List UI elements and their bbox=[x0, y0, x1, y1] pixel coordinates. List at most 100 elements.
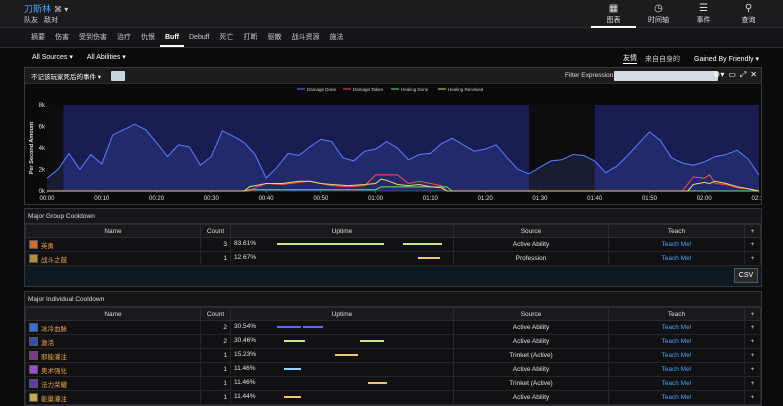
tab-4[interactable]: 仇恨 bbox=[136, 28, 160, 47]
expand-icon[interactable]: ⤢ bbox=[740, 70, 746, 80]
expand-row-button[interactable]: + bbox=[744, 251, 761, 266]
teach-me-link[interactable]: Teach Me! bbox=[608, 390, 745, 405]
source-cell: Trinket (Active) bbox=[453, 348, 609, 363]
tab-9[interactable]: 驱散 bbox=[263, 28, 287, 47]
tab-5[interactable]: Buff bbox=[160, 28, 184, 47]
expand-row-button[interactable]: + bbox=[744, 390, 761, 405]
ability-cell[interactable]: 邪能灌注 bbox=[25, 348, 201, 363]
count-cell: 1 bbox=[200, 376, 231, 391]
expand-row-button[interactable]: + bbox=[744, 334, 761, 349]
close-icon[interactable]: ✕ bbox=[750, 70, 757, 80]
ability-name[interactable]: 激活 bbox=[41, 340, 54, 347]
tab-0[interactable]: 摘要 bbox=[26, 28, 50, 47]
ability-cell[interactable]: 冰冷血脉 bbox=[25, 320, 201, 335]
x-tick-label: 00:30 bbox=[204, 196, 220, 202]
ability-name[interactable]: 冰冷血脉 bbox=[41, 326, 67, 333]
uptime-bar bbox=[283, 340, 305, 342]
friendly-toggle[interactable]: 友情 bbox=[623, 53, 637, 64]
toggle-box[interactable] bbox=[111, 71, 125, 81]
ability-cell[interactable]: 奥术强化 bbox=[25, 362, 201, 377]
column-header[interactable]: + bbox=[744, 224, 761, 238]
uptime-cell: 12.67% bbox=[230, 251, 454, 266]
ability-name[interactable]: 奥术强化 bbox=[41, 368, 67, 375]
ability-cell[interactable]: 激活 bbox=[25, 334, 201, 349]
list-icon: ☰ bbox=[699, 3, 708, 14]
nav-list[interactable]: ☰ 事件 bbox=[681, 0, 726, 28]
ability-name[interactable]: 战斗之鼓 bbox=[41, 257, 67, 264]
view-hostile-link[interactable]: 敌对 bbox=[44, 17, 58, 24]
view-friendly-link[interactable]: 队友 bbox=[24, 17, 38, 24]
area-chart[interactable]: Damage Done Damage Taken Healing Done Heali… bbox=[25, 84, 761, 205]
table-row[interactable]: 战斗之鼓 1 12.67% Profession Teach Me! + bbox=[25, 251, 761, 266]
ability-cell[interactable]: 法力荣耀 bbox=[25, 376, 201, 391]
expand-row-button[interactable]: + bbox=[744, 348, 761, 363]
uptime-cell: 30.46% bbox=[230, 334, 454, 349]
csv-button[interactable]: CSV bbox=[734, 268, 758, 283]
expand-row-button[interactable]: + bbox=[744, 376, 761, 391]
tab-11[interactable]: 施法 bbox=[325, 28, 349, 47]
tab-8[interactable]: 打断 bbox=[239, 28, 263, 47]
nav-clock[interactable]: ◷ 时间轴 bbox=[636, 0, 681, 28]
ability-cell[interactable]: 英勇 bbox=[25, 237, 201, 252]
column-header[interactable]: + bbox=[744, 307, 761, 321]
count-cell: 2 bbox=[200, 320, 231, 335]
tab-3[interactable]: 治疗 bbox=[112, 28, 136, 47]
buff-chart-panel: 不记该玩家死后的事件 ▾ Filter Expression: ⚙▾ ▭ ⤢ ✕… bbox=[24, 67, 762, 205]
teach-me-link[interactable]: Teach Me! bbox=[608, 251, 745, 266]
death-events-dropdown[interactable]: 不记该玩家死后的事件 ▾ bbox=[31, 71, 101, 81]
nav-pin[interactable]: ⚲ 查询 bbox=[726, 0, 771, 28]
player-menu-icons[interactable]: ⌘ ▾ bbox=[54, 5, 68, 14]
minimize-icon[interactable]: ▭ bbox=[728, 70, 736, 80]
teach-me-link[interactable]: Teach Me! bbox=[608, 348, 745, 363]
tab-1[interactable]: 伤害 bbox=[50, 28, 74, 47]
chart-tools: ⚙▾ ▭ ⤢ ✕ bbox=[709, 70, 757, 80]
nav-grid[interactable]: ▦ 图表 bbox=[591, 0, 636, 28]
ability-name[interactable]: 邪能灌注 bbox=[41, 354, 67, 361]
group-cooldown-title: Major Group Cooldown bbox=[25, 209, 761, 224]
table-row[interactable]: 能量灌注 1 11.44% Active Ability Teach Me! + bbox=[25, 390, 761, 405]
teach-me-link[interactable]: Teach Me! bbox=[608, 320, 745, 335]
all-sources-dropdown[interactable]: All Sources ▾ bbox=[32, 53, 73, 61]
teach-me-link[interactable]: Teach Me! bbox=[608, 237, 745, 252]
ability-cell[interactable]: 能量灌注 bbox=[25, 390, 201, 405]
chart-toolbar: 不记该玩家死后的事件 ▾ Filter Expression: ⚙▾ ▭ ⤢ ✕ bbox=[25, 68, 761, 84]
gear-icon[interactable]: ⚙▾ bbox=[713, 70, 724, 80]
ability-name[interactable]: 能量灌注 bbox=[41, 396, 67, 403]
tab-7[interactable]: 死亡 bbox=[215, 28, 239, 47]
table-row[interactable]: 激活 2 30.46% Active Ability Teach Me! + bbox=[25, 334, 761, 349]
uptime-bar bbox=[277, 243, 384, 245]
x-tick-label: 00:00 bbox=[39, 196, 55, 202]
uptime-cell: 11.46% bbox=[230, 376, 454, 391]
source-cell: Active Ability bbox=[453, 320, 609, 335]
filter-expression-input[interactable] bbox=[614, 71, 718, 81]
y-tick-label: 6k bbox=[39, 125, 46, 131]
table-row[interactable]: 法力荣耀 1 11.46% Trinket (Active) Teach Me! + bbox=[25, 376, 761, 391]
x-tick-label: 00:50 bbox=[313, 196, 329, 202]
expand-row-button[interactable]: + bbox=[744, 237, 761, 252]
table-row[interactable]: 英勇 3 83.61% Active Ability Teach Me! + bbox=[25, 237, 761, 252]
expand-row-button[interactable]: + bbox=[744, 320, 761, 335]
table-row[interactable]: 邪能灌注 1 15.23% Trinket (Active) Teach Me! + bbox=[25, 348, 761, 363]
nav-label: 图表 bbox=[606, 17, 621, 24]
table-row[interactable]: 冰冷血脉 2 30.54% Active Ability Teach Me! + bbox=[25, 320, 761, 335]
teach-me-link[interactable]: Teach Me! bbox=[608, 362, 745, 377]
tab-6[interactable]: Debuff bbox=[184, 28, 215, 47]
uptime-bar bbox=[402, 243, 443, 245]
teach-me-link[interactable]: Teach Me! bbox=[608, 376, 745, 391]
ability-cell[interactable]: 战斗之鼓 bbox=[25, 251, 201, 266]
player-title[interactable]: 刀斯林 ⌘ ▾ bbox=[24, 2, 68, 15]
player-name[interactable]: 刀斯林 bbox=[24, 4, 51, 14]
ability-name[interactable]: 法力荣耀 bbox=[41, 382, 67, 389]
power-infusion-icon bbox=[29, 393, 38, 402]
grid-icon: ▦ bbox=[608, 3, 619, 14]
all-abilities-dropdown[interactable]: All Abilities ▾ bbox=[87, 53, 126, 61]
tab-2[interactable]: 受到伤害 bbox=[74, 28, 112, 47]
ability-name[interactable]: 英勇 bbox=[41, 243, 54, 250]
x-tick-label: 00:20 bbox=[149, 196, 165, 202]
from-self-toggle[interactable]: 来自自身的 bbox=[645, 54, 680, 64]
tab-10[interactable]: 战斗资源 bbox=[287, 28, 325, 47]
teach-me-link[interactable]: Teach Me! bbox=[608, 334, 745, 349]
expand-row-button[interactable]: + bbox=[744, 362, 761, 377]
table-row[interactable]: 奥术强化 1 11.46% Active Ability Teach Me! + bbox=[25, 362, 761, 377]
gained-by-dropdown[interactable]: Gained By Friendly ▾ bbox=[694, 55, 759, 63]
